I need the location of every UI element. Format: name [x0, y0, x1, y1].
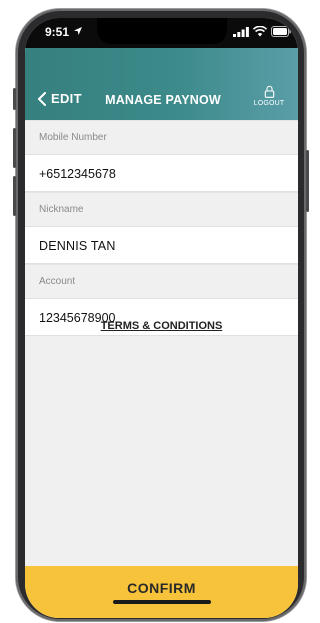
logout-button[interactable]: LOGOUT [249, 85, 289, 107]
signal-icon [233, 27, 249, 37]
confirm-button[interactable]: CONFIRM [25, 566, 298, 618]
battery-icon [271, 26, 291, 37]
home-indicator [113, 600, 211, 604]
phone-screen: 9:51 EDIT MANAGE PAYNOW LOGOUT Mobile Nu… [25, 18, 298, 618]
notch [97, 18, 227, 44]
phone-volume-up [13, 128, 16, 168]
page-title: MANAGE PAYNOW [105, 93, 221, 107]
lock-icon [264, 85, 274, 98]
account-label: Account [25, 264, 298, 298]
wifi-icon [253, 26, 267, 37]
status-time: 9:51 [45, 25, 70, 39]
phone-power-button [306, 150, 309, 212]
location-arrow-icon [74, 27, 82, 35]
confirm-label: CONFIRM [127, 580, 196, 596]
back-button[interactable]: EDIT [37, 91, 82, 106]
paynow-form: Mobile Number +6512345678 Nickname DENNI… [25, 120, 298, 336]
chevron-left-icon [38, 91, 46, 106]
app-header: EDIT MANAGE PAYNOW LOGOUT [25, 48, 298, 120]
mobile-number-field[interactable]: +6512345678 [25, 154, 298, 192]
status-bar: 9:51 [25, 18, 298, 48]
logout-label: LOGOUT [253, 100, 285, 107]
phone-volume-down [13, 176, 16, 216]
mobile-number-label: Mobile Number [25, 120, 298, 154]
phone-silent-switch [13, 88, 16, 110]
nickname-label: Nickname [25, 192, 298, 226]
back-label: EDIT [51, 91, 82, 106]
nickname-field[interactable]: DENNIS TAN [25, 226, 298, 264]
terms-conditions-link[interactable]: TERMS & CONDITIONS [25, 320, 298, 332]
